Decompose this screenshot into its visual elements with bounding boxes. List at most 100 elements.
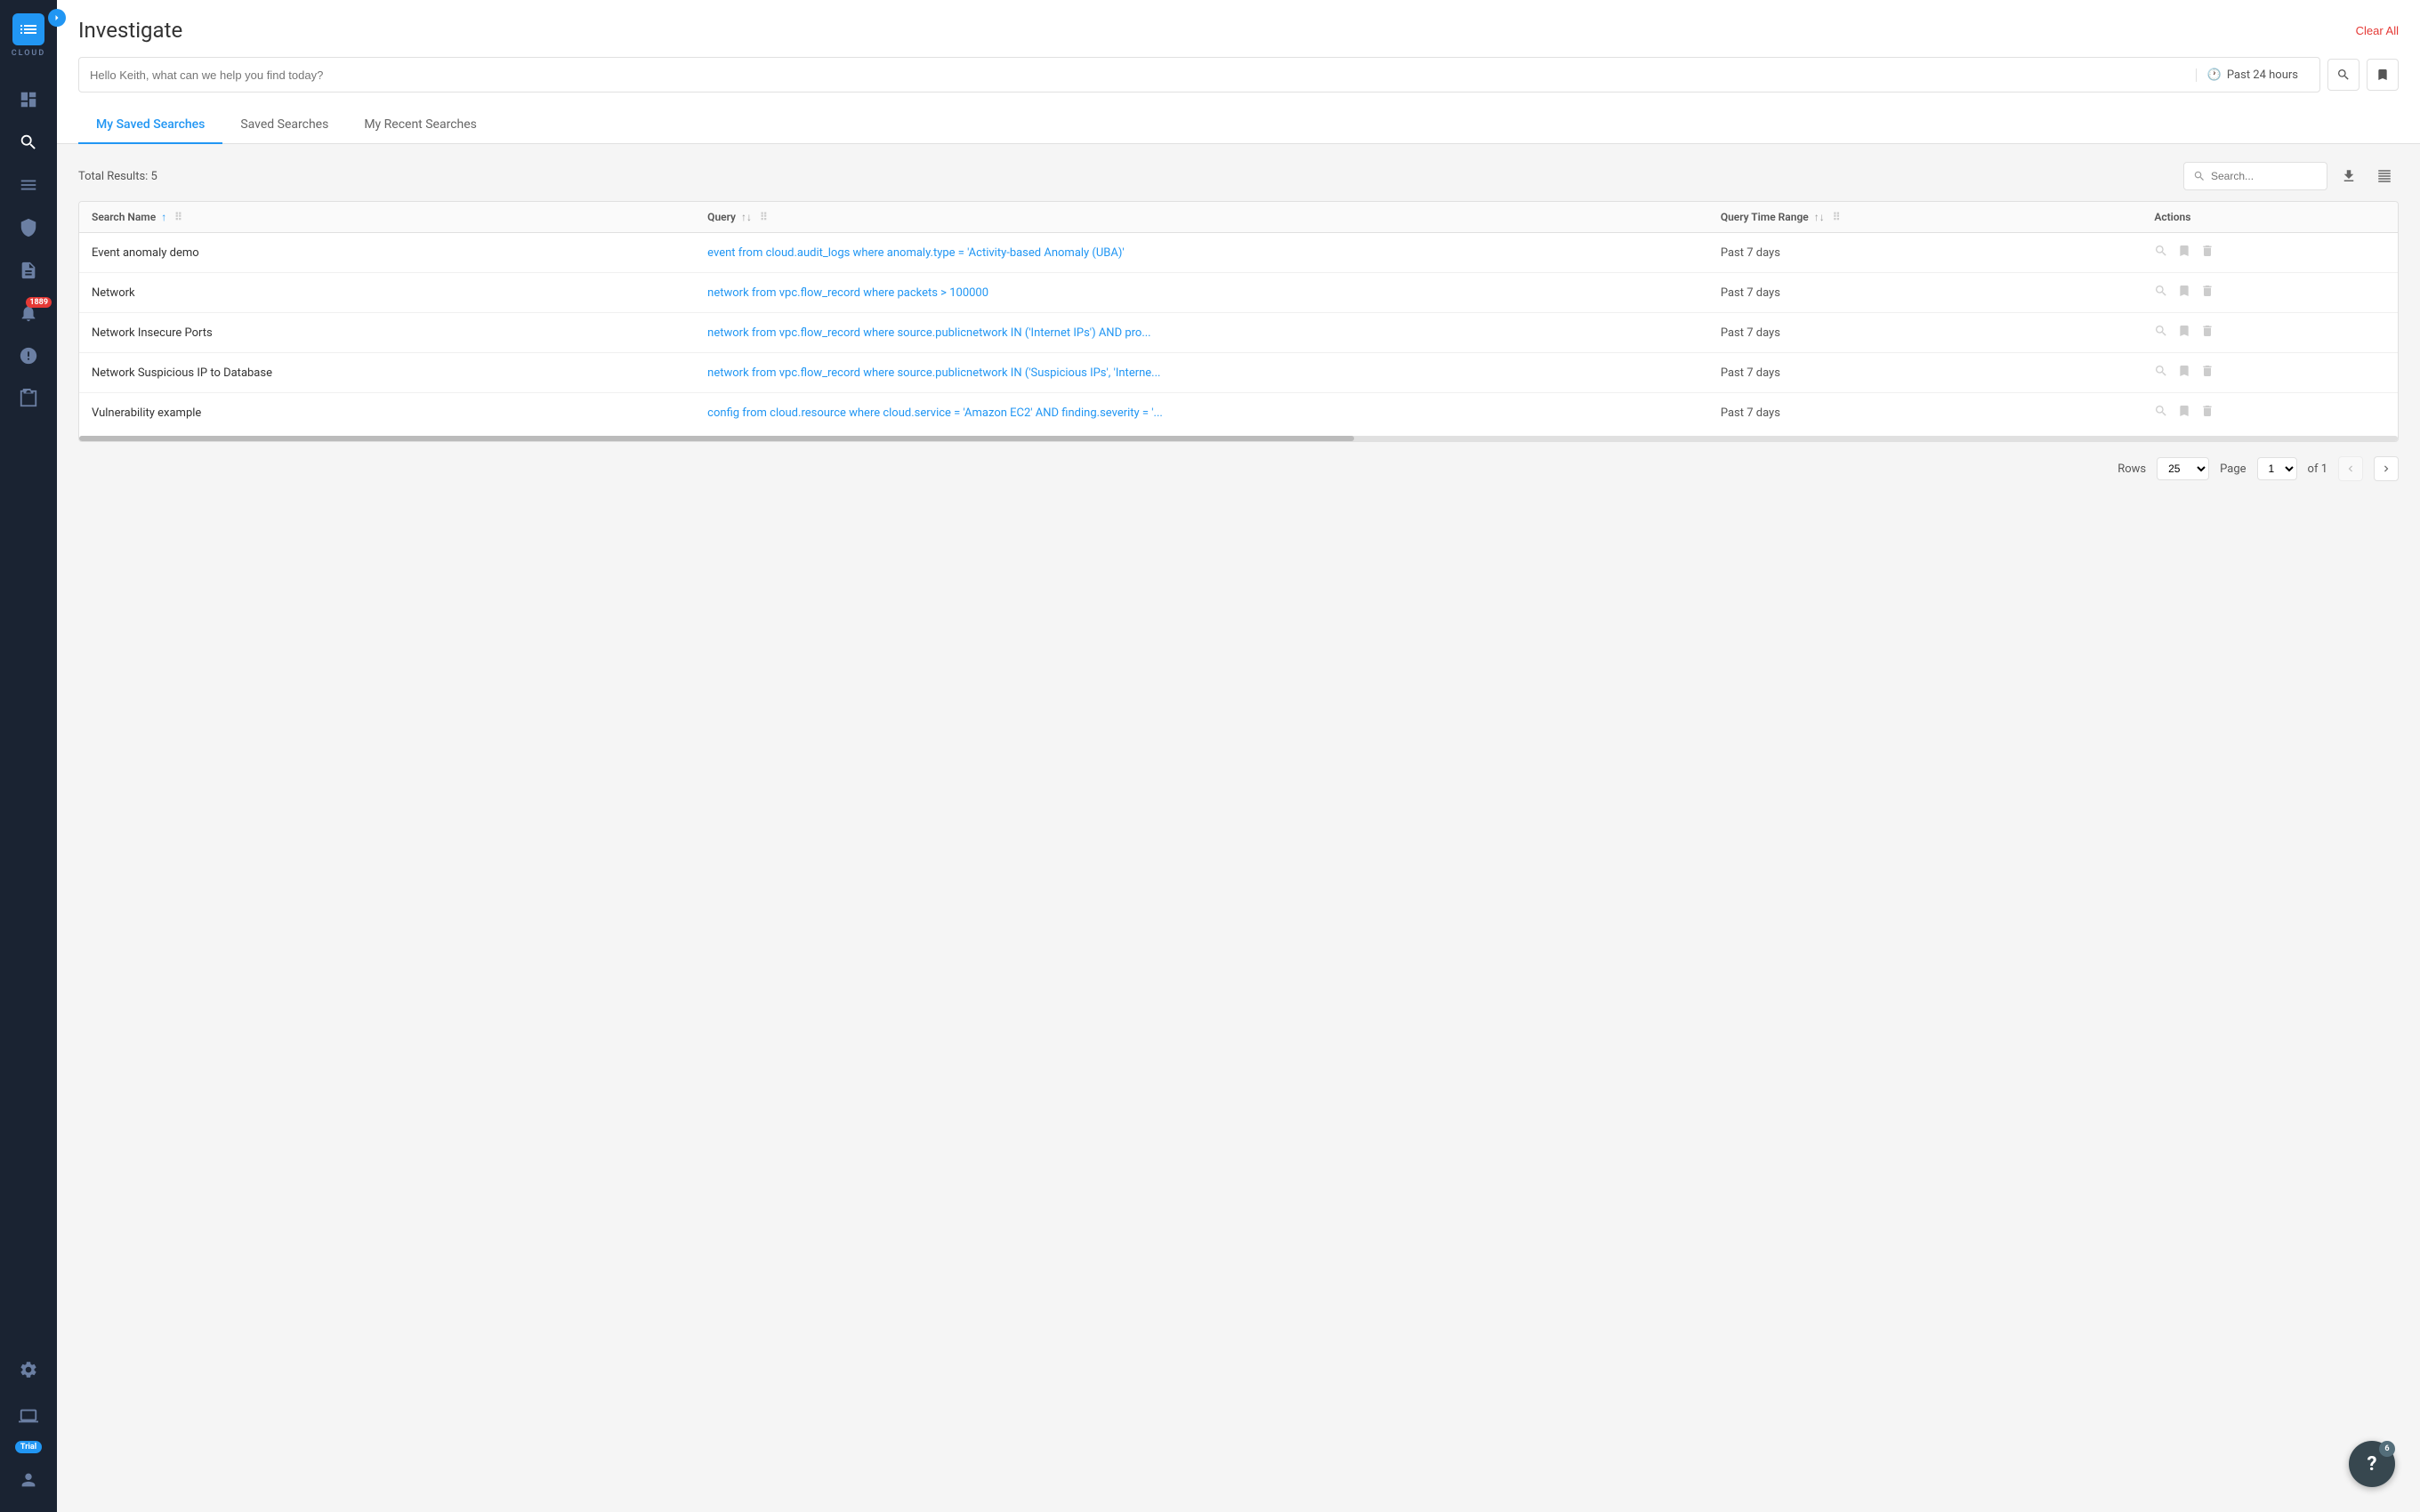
search-icon — [19, 133, 38, 152]
sidebar-item-user[interactable] — [15, 1459, 42, 1501]
cell-time-2: Past 7 days — [1708, 313, 2142, 353]
rows-per-page-select[interactable]: 25 50 100 — [2157, 457, 2209, 480]
row-save-button-2[interactable] — [2177, 324, 2191, 342]
cell-query-4[interactable]: config from cloud.resource where cloud.s… — [695, 393, 1708, 433]
table-search-bar[interactable] — [2183, 162, 2327, 190]
cell-time-1: Past 7 days — [1708, 273, 2142, 313]
sidebar-item-dashboard[interactable] — [0, 78, 57, 121]
sidebar-item-search[interactable] — [0, 121, 57, 164]
page-number-select[interactable]: 1 — [2257, 457, 2297, 480]
tab-my-recent-searches[interactable]: My Recent Searches — [346, 107, 495, 144]
table-toolbar: Total Results: 5 — [78, 162, 2399, 190]
download-icon — [2341, 168, 2357, 184]
reports-icon — [19, 261, 38, 280]
col-header-actions: Actions — [2142, 202, 2398, 233]
cell-actions-2 — [2142, 313, 2398, 353]
download-button[interactable] — [2335, 162, 2363, 190]
row-save-button-1[interactable] — [2177, 284, 2191, 302]
main-search-bar[interactable]: 🕐 Past 24 hours — [78, 57, 2320, 92]
row-delete-button-0[interactable] — [2200, 244, 2214, 261]
table-row: Network Suspicious IP to Database networ… — [79, 353, 2398, 393]
sidebar-item-book[interactable] — [0, 377, 57, 420]
logo-icon — [12, 13, 44, 45]
row-save-button-3[interactable] — [2177, 364, 2191, 382]
sidebar-item-error[interactable] — [0, 334, 57, 377]
col-drag-query[interactable]: ⠿ — [760, 211, 768, 223]
table-row: Vulnerability example config from cloud.… — [79, 393, 2398, 433]
search-input[interactable] — [90, 68, 2196, 82]
help-button[interactable]: 6 ? — [2349, 1441, 2395, 1487]
chevron-left-icon — [2344, 462, 2357, 475]
sidebar-item-reports[interactable] — [0, 249, 57, 292]
clock-icon: 🕐 — [2207, 68, 2222, 82]
pagination-controls: Rows 25 50 100 Page 1 of 1 — [78, 456, 2399, 481]
columns-button[interactable] — [2370, 162, 2399, 190]
sidebar-expand-button[interactable] — [48, 9, 66, 27]
row-search-button-4[interactable] — [2154, 404, 2168, 422]
list-icon — [19, 175, 38, 195]
cell-query-2[interactable]: network from vpc.flow_record where sourc… — [695, 313, 1708, 353]
total-results-label: Total Results: 5 — [78, 170, 157, 183]
columns-icon — [2376, 168, 2392, 184]
row-delete-button-2[interactable] — [2200, 324, 2214, 342]
search-bar-area: 🕐 Past 24 hours — [78, 57, 2399, 92]
row-delete-button-1[interactable] — [2200, 284, 2214, 302]
row-search-button-2[interactable] — [2154, 324, 2168, 342]
tab-my-saved-searches[interactable]: My Saved Searches — [78, 107, 222, 144]
search-icon — [2336, 68, 2351, 82]
cell-query-1[interactable]: network from vpc.flow_record where packe… — [695, 273, 1708, 313]
col-header-time-range[interactable]: Query Time Range ↑↓ ⠿ — [1708, 202, 2142, 233]
row-save-button-0[interactable] — [2177, 244, 2191, 261]
time-range-selector[interactable]: 🕐 Past 24 hours — [2196, 68, 2309, 82]
row-search-button-3[interactable] — [2154, 364, 2168, 382]
col-header-name[interactable]: Search Name ↑ ⠿ — [79, 202, 695, 233]
sidebar-logo-text: CLOUD — [12, 49, 45, 58]
scrollbar-thumb[interactable] — [79, 436, 1354, 441]
page-header: Investigate Clear All 🕐 Past 24 hours My… — [57, 0, 2420, 144]
table-search-input[interactable] — [2211, 170, 2318, 182]
sort-neutral-icon2: ↑↓ — [1814, 211, 1825, 223]
table-row: Network Insecure Ports network from vpc.… — [79, 313, 2398, 353]
col-header-query[interactable]: Query ↑↓ ⠿ — [695, 202, 1708, 233]
row-delete-button-3[interactable] — [2200, 364, 2214, 382]
alerts-badge: 1889 — [26, 297, 52, 308]
results-table: Search Name ↑ ⠿ Query ↑↓ ⠿ — [78, 201, 2399, 442]
sidebar-item-settings[interactable] — [15, 1348, 42, 1391]
row-save-button-4[interactable] — [2177, 404, 2191, 422]
next-page-button[interactable] — [2374, 456, 2399, 481]
sidebar-item-monitor[interactable] — [15, 1395, 42, 1437]
cell-actions-4 — [2142, 393, 2398, 433]
help-label: ? — [2368, 1453, 2377, 1476]
cell-actions-1 — [2142, 273, 2398, 313]
gear-icon — [19, 1360, 38, 1379]
table-row: Event anomaly demo event from cloud.audi… — [79, 233, 2398, 273]
save-search-button[interactable] — [2367, 59, 2399, 91]
sidebar: CLOUD 1889 — [0, 0, 57, 1512]
horizontal-scrollbar[interactable] — [79, 436, 2398, 441]
row-delete-button-4[interactable] — [2200, 404, 2214, 422]
cell-time-4: Past 7 days — [1708, 393, 2142, 433]
row-search-button-0[interactable] — [2154, 244, 2168, 261]
cell-query-0[interactable]: event from cloud.audit_logs where anomal… — [695, 233, 1708, 273]
sidebar-item-alerts[interactable]: 1889 — [0, 292, 57, 334]
row-search-button-1[interactable] — [2154, 284, 2168, 302]
clear-all-button[interactable]: Clear All — [2356, 24, 2399, 37]
tab-saved-searches[interactable]: Saved Searches — [222, 107, 346, 144]
user-icon — [19, 1470, 38, 1490]
sidebar-item-shield[interactable] — [0, 206, 57, 249]
col-drag-name[interactable]: ⠿ — [174, 211, 182, 223]
page-title: Investigate — [78, 18, 182, 43]
sidebar-logo: CLOUD — [0, 0, 57, 71]
prev-page-button[interactable] — [2338, 456, 2363, 481]
monitor-icon — [19, 1406, 38, 1426]
cell-time-0: Past 7 days — [1708, 233, 2142, 273]
cell-actions-3 — [2142, 353, 2398, 393]
table-row: Network network from vpc.flow_record whe… — [79, 273, 2398, 313]
tab-bar: My Saved Searches Saved Searches My Rece… — [78, 107, 2399, 143]
time-range-label: Past 24 hours — [2227, 68, 2298, 82]
error-icon — [19, 346, 38, 366]
col-drag-time[interactable]: ⠿ — [1833, 211, 1841, 223]
cell-query-3[interactable]: network from vpc.flow_record where sourc… — [695, 353, 1708, 393]
search-button[interactable] — [2327, 59, 2360, 91]
sidebar-item-list[interactable] — [0, 164, 57, 206]
